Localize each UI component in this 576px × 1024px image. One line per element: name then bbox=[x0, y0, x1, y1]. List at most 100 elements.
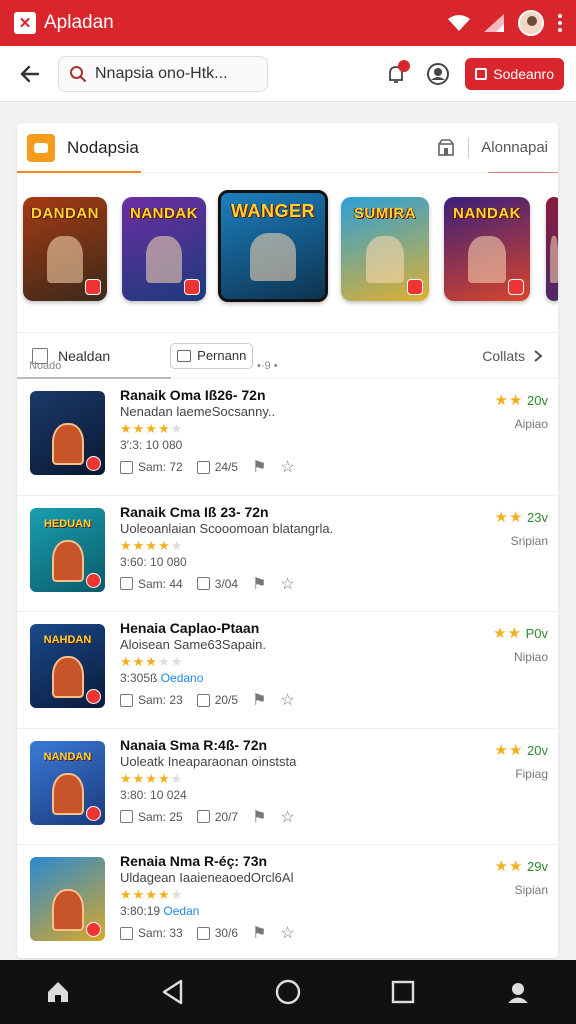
assistant-icon[interactable] bbox=[498, 972, 538, 1012]
thumbnail-title: HEDUAN bbox=[43, 517, 92, 530]
platform-label: Fipiag bbox=[515, 766, 548, 781]
game-tile[interactable]: NANDAK bbox=[444, 197, 530, 301]
calendar-icon bbox=[196, 693, 210, 707]
game-tile[interactable]: NANDAK bbox=[122, 197, 206, 301]
game-tile[interactable]: DANDAN bbox=[23, 197, 107, 301]
character-art bbox=[52, 423, 84, 465]
stars-filled: ★★★ bbox=[120, 654, 158, 669]
rating-value: 29v bbox=[527, 859, 548, 874]
list-item[interactable]: Renaia Nma R-éç: 73n Uldagean Iaaieneaoed… bbox=[17, 845, 558, 958]
calendar-icon bbox=[196, 577, 210, 590]
star-outline-icon[interactable]: ☆ bbox=[280, 690, 294, 710]
share-icon[interactable]: ⚑ bbox=[252, 923, 266, 943]
saves-label: Sam: 25 bbox=[138, 809, 183, 824]
notification-icon[interactable] bbox=[381, 59, 411, 89]
share-icon[interactable]: ⚑ bbox=[252, 457, 266, 477]
count-button[interactable]: 30/6 bbox=[196, 926, 238, 940]
checkbox-icon bbox=[120, 460, 133, 474]
rating-badge: ★★ P0v bbox=[493, 624, 548, 642]
game-tile[interactable] bbox=[546, 197, 558, 301]
game-thumbnail[interactable]: NAHDAN bbox=[30, 624, 105, 708]
star-rating: ★★★★★ bbox=[120, 771, 400, 787]
count-label: 20/7 bbox=[214, 809, 239, 824]
count-label: 3/04 bbox=[214, 576, 239, 591]
character-art bbox=[52, 889, 84, 931]
rating-stars-icon: ★★ bbox=[494, 392, 524, 409]
collats-link[interactable]: Collats bbox=[482, 348, 543, 364]
star-outline-icon[interactable]: ☆ bbox=[280, 457, 294, 477]
checkbox-icon bbox=[120, 693, 133, 707]
count-button[interactable]: 3/04 bbox=[196, 576, 239, 591]
share-icon[interactable]: ⚑ bbox=[252, 574, 266, 594]
game-badge-icon bbox=[508, 279, 524, 295]
game-tile[interactable]: SUMIRA bbox=[341, 197, 429, 301]
stars-filled: ★★★★ bbox=[120, 887, 171, 902]
list-item[interactable]: Ranaik Oma Iß26- 72n Nenadan laemeSocsann… bbox=[17, 379, 558, 496]
game-tile-title: NANDAK bbox=[453, 205, 521, 222]
list-item[interactable]: NAHDAN Henaia Caplao-Ptaan Aloisean Same63… bbox=[17, 612, 558, 729]
game-tile-art bbox=[550, 236, 558, 283]
store-icon[interactable] bbox=[436, 138, 456, 158]
meta-accent: Oedan bbox=[163, 904, 200, 918]
stars-empty: ★ bbox=[170, 770, 184, 786]
game-badge-icon bbox=[86, 805, 101, 821]
cta-box-icon bbox=[475, 67, 488, 80]
saves-toggle[interactable]: Sam: 23 bbox=[120, 693, 183, 707]
platform-label: Sripian bbox=[510, 533, 548, 548]
platform-label: Aipiao bbox=[514, 417, 548, 431]
star-outline-icon[interactable]: ☆ bbox=[280, 923, 294, 943]
star-outline-icon[interactable]: ☆ bbox=[280, 807, 294, 827]
item-meta: 3:305ß Oedano bbox=[120, 671, 400, 685]
thumbnail-title: NAHDAN bbox=[43, 634, 92, 646]
home-circle-icon[interactable] bbox=[268, 972, 308, 1012]
wifi-icon bbox=[448, 15, 470, 31]
item-subtitle: Aloisean Same63Sapain. bbox=[120, 637, 266, 652]
item-meta: 3:80: 10 024 bbox=[120, 788, 400, 802]
game-badge-icon bbox=[86, 456, 101, 471]
back-arrow-icon[interactable] bbox=[12, 56, 48, 92]
overflow-menu-icon[interactable] bbox=[558, 14, 562, 32]
game-tile[interactable]: WANGER bbox=[218, 190, 328, 302]
game-tile-title: NANDAK bbox=[130, 205, 198, 222]
sodeanro-button[interactable]: Sodeanro bbox=[465, 57, 564, 90]
search-input[interactable] bbox=[95, 64, 255, 83]
game-thumbnail[interactable] bbox=[30, 391, 105, 475]
header-link[interactable]: Alonnapai bbox=[481, 139, 548, 156]
saves-toggle[interactable]: Sam: 72 bbox=[120, 460, 183, 474]
home-icon[interactable] bbox=[38, 972, 78, 1012]
game-thumbnail[interactable] bbox=[30, 857, 105, 941]
count-button[interactable]: 20/5 bbox=[196, 693, 238, 707]
meta-accent: Oedano bbox=[160, 671, 204, 685]
rating-badge: ★★ 20v bbox=[495, 741, 549, 759]
saves-toggle[interactable]: Sam: 25 bbox=[120, 810, 183, 824]
platform-label: Nipiao bbox=[513, 650, 548, 664]
game-badge-icon bbox=[184, 279, 200, 295]
stars-filled: ★★★★ bbox=[120, 537, 171, 553]
rating-stars-icon: ★★ bbox=[494, 741, 524, 759]
account-icon[interactable] bbox=[423, 59, 453, 89]
game-tile-art bbox=[145, 236, 183, 283]
share-icon[interactable]: ⚑ bbox=[252, 807, 266, 827]
list-item[interactable]: NANDAN Nanaia Sma R:4ß- 72n Uoleatk Ineapa… bbox=[17, 729, 558, 845]
game-thumbnail[interactable]: HEDUAN bbox=[30, 507, 105, 592]
pernann-chip[interactable]: Pernann bbox=[170, 342, 254, 369]
saves-toggle[interactable]: Sam: 33 bbox=[120, 926, 183, 940]
filter-bar: Nealdan Pernann Collats bbox=[17, 333, 558, 379]
game-thumbnail[interactable]: NANDAN bbox=[30, 740, 105, 825]
stars-filled: ★★★★ bbox=[120, 421, 171, 436]
search-box[interactable] bbox=[58, 55, 268, 92]
star-outline-icon[interactable]: ☆ bbox=[280, 574, 294, 594]
list-item[interactable]: HEDUAN Ranaik Cma Iß 23- 72n Uoleoanlaian … bbox=[17, 496, 558, 612]
app-title: Apladan bbox=[44, 12, 114, 33]
share-icon[interactable]: ⚑ bbox=[252, 690, 266, 710]
back-triangle-icon[interactable] bbox=[153, 972, 193, 1012]
brand-logo-icon bbox=[27, 133, 55, 162]
rating-value: P0v bbox=[525, 626, 548, 641]
avatar[interactable] bbox=[518, 10, 544, 36]
saves-toggle[interactable]: Sam: 44 bbox=[120, 577, 183, 591]
count-button[interactable]: 20/7 bbox=[196, 809, 239, 824]
count-button[interactable]: 24/5 bbox=[196, 460, 238, 474]
recents-square-icon[interactable] bbox=[383, 972, 423, 1012]
filter-checkbox[interactable] bbox=[32, 347, 48, 364]
rating-badge: ★★ 29v bbox=[495, 857, 549, 875]
